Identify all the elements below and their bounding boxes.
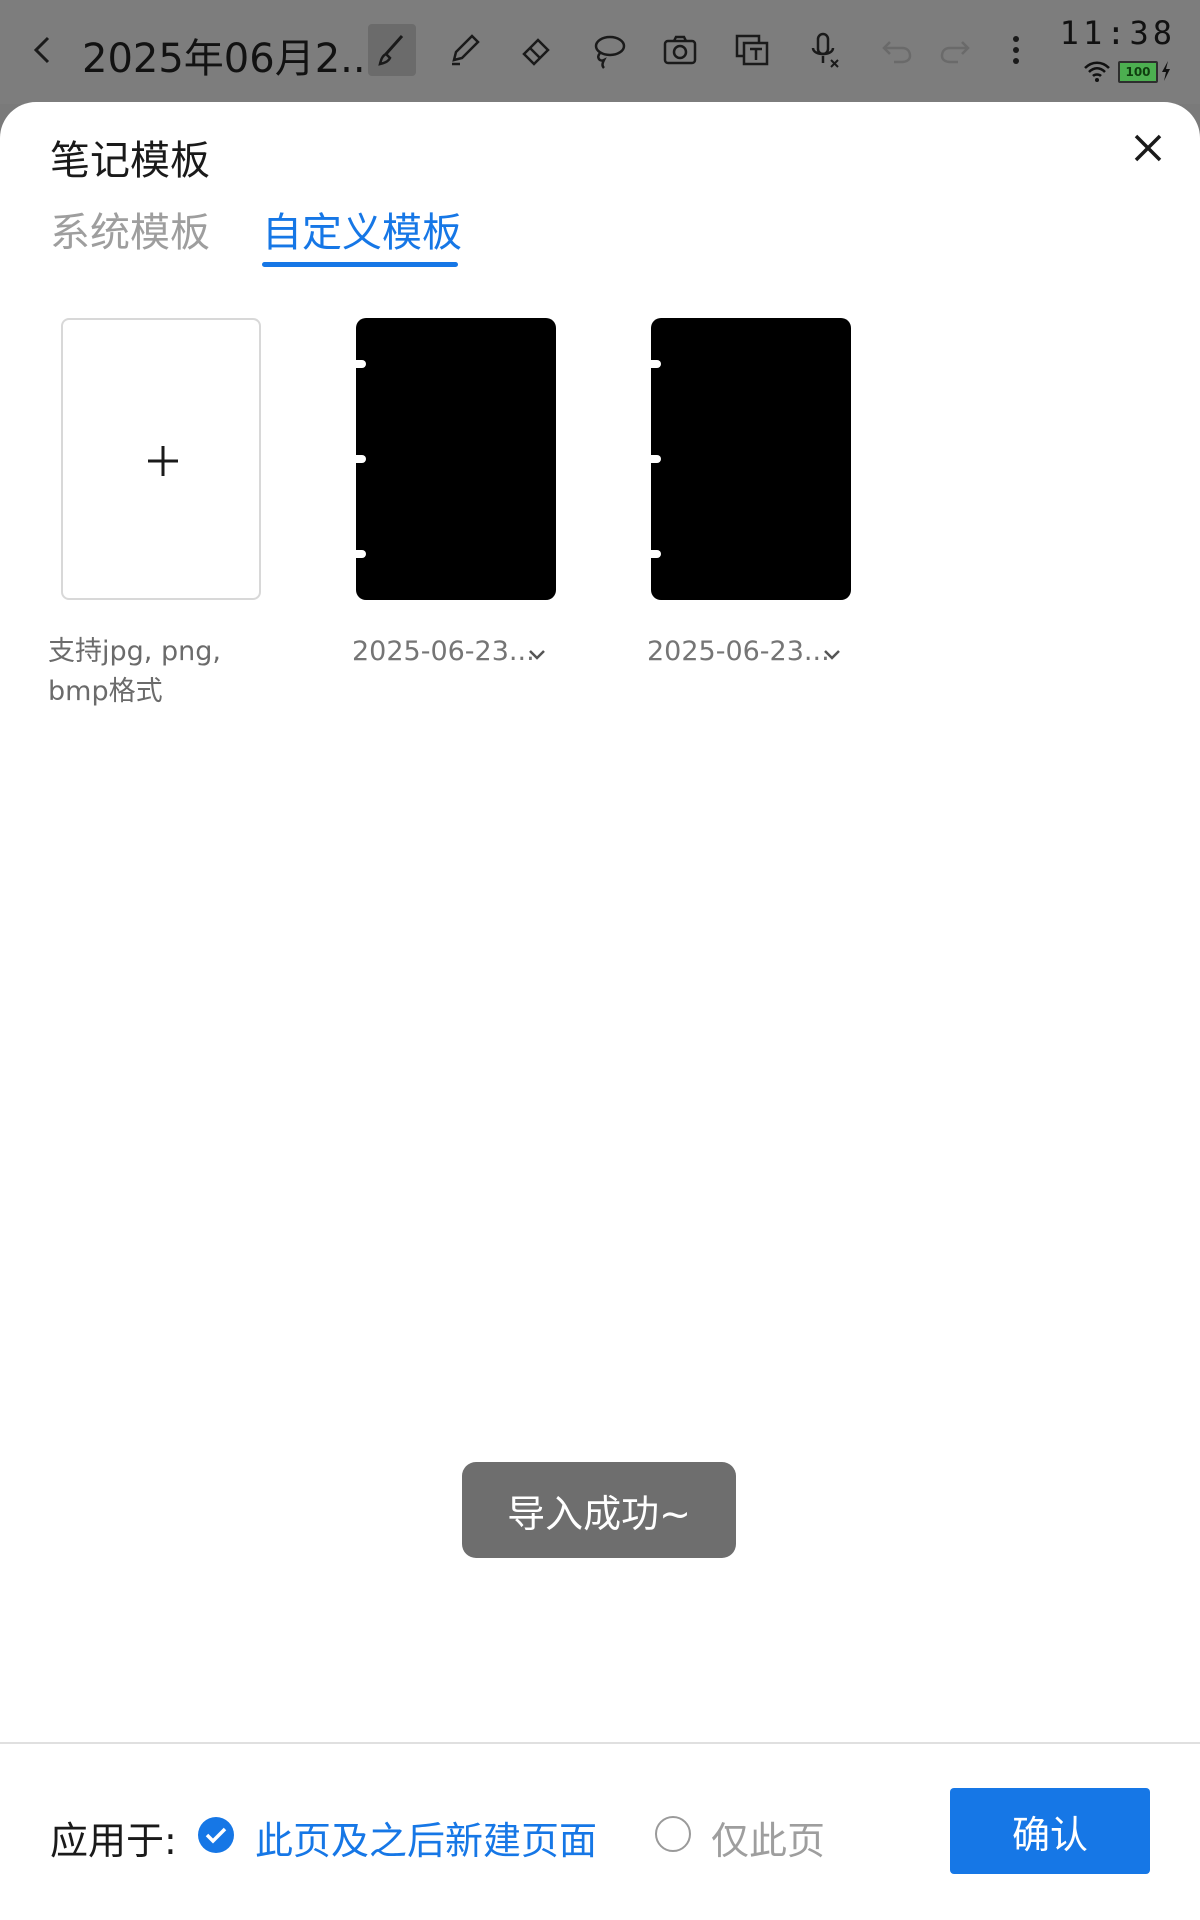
undo-icon[interactable] <box>872 24 920 76</box>
template-label[interactable]: 2025-06-23... <box>647 636 830 667</box>
apply-label: 应用于: <box>50 1819 177 1863</box>
camera-icon[interactable] <box>656 24 704 76</box>
wifi-icon <box>1084 61 1110 82</box>
add-template-card[interactable] <box>61 318 261 600</box>
more-icon[interactable] <box>992 24 1040 76</box>
binder-ring <box>645 550 661 558</box>
footer-divider <box>0 1742 1200 1744</box>
checked-radio-icon[interactable] <box>197 1816 235 1854</box>
status-time: 11:38 <box>1059 14 1176 52</box>
template-label[interactable]: 2025-06-23... <box>352 636 535 667</box>
format-hint: 支持jpg, png, bmp格式 <box>48 636 221 707</box>
toast-message: 导入成功~ <box>462 1462 736 1558</box>
charging-icon <box>1162 61 1170 81</box>
template-thumbnail[interactable] <box>350 318 556 600</box>
back-icon[interactable] <box>22 28 62 72</box>
binder-ring <box>645 360 661 368</box>
binder-ring <box>350 550 366 558</box>
top-toolbar: 2025年06月2... 11:38 100 <box>0 0 1200 104</box>
option-this-and-new-pages[interactable]: 此页及之后新建页面 <box>255 1810 597 1865</box>
chevron-down-icon[interactable] <box>527 648 547 662</box>
unchecked-radio-icon[interactable] <box>655 1816 691 1852</box>
close-icon[interactable] <box>1128 128 1168 168</box>
plus-icon <box>148 446 178 476</box>
option-this-page-only[interactable]: 仅此页 <box>711 1810 825 1865</box>
template-sheet: 笔记模板 系统模板 自定义模板 支持jpg, png, bmp格式 2025-0… <box>0 102 1200 1920</box>
text-box-icon[interactable] <box>728 24 776 76</box>
tab-indicator <box>262 262 458 267</box>
template-thumbnail[interactable] <box>645 318 851 600</box>
lasso-icon[interactable] <box>584 24 632 76</box>
tab-custom-templates[interactable]: 自定义模板 <box>262 200 462 258</box>
binder-ring <box>645 455 661 463</box>
binder-ring <box>350 360 366 368</box>
microphone-icon[interactable] <box>800 24 848 76</box>
confirm-button[interactable]: 确认 <box>950 1788 1150 1874</box>
tab-system-templates[interactable]: 系统模板 <box>50 200 210 258</box>
sheet-title: 笔记模板 <box>50 138 210 184</box>
status-icons: 100 <box>1084 60 1174 83</box>
battery-icon: 100 <box>1118 61 1158 83</box>
pen-icon[interactable] <box>440 24 488 76</box>
binder-ring <box>350 455 366 463</box>
eraser-icon[interactable] <box>512 24 560 76</box>
chevron-down-icon[interactable] <box>822 648 842 662</box>
redo-icon[interactable] <box>932 24 980 76</box>
note-title[interactable]: 2025年06月2... <box>82 26 378 84</box>
brush-icon[interactable] <box>368 24 416 76</box>
